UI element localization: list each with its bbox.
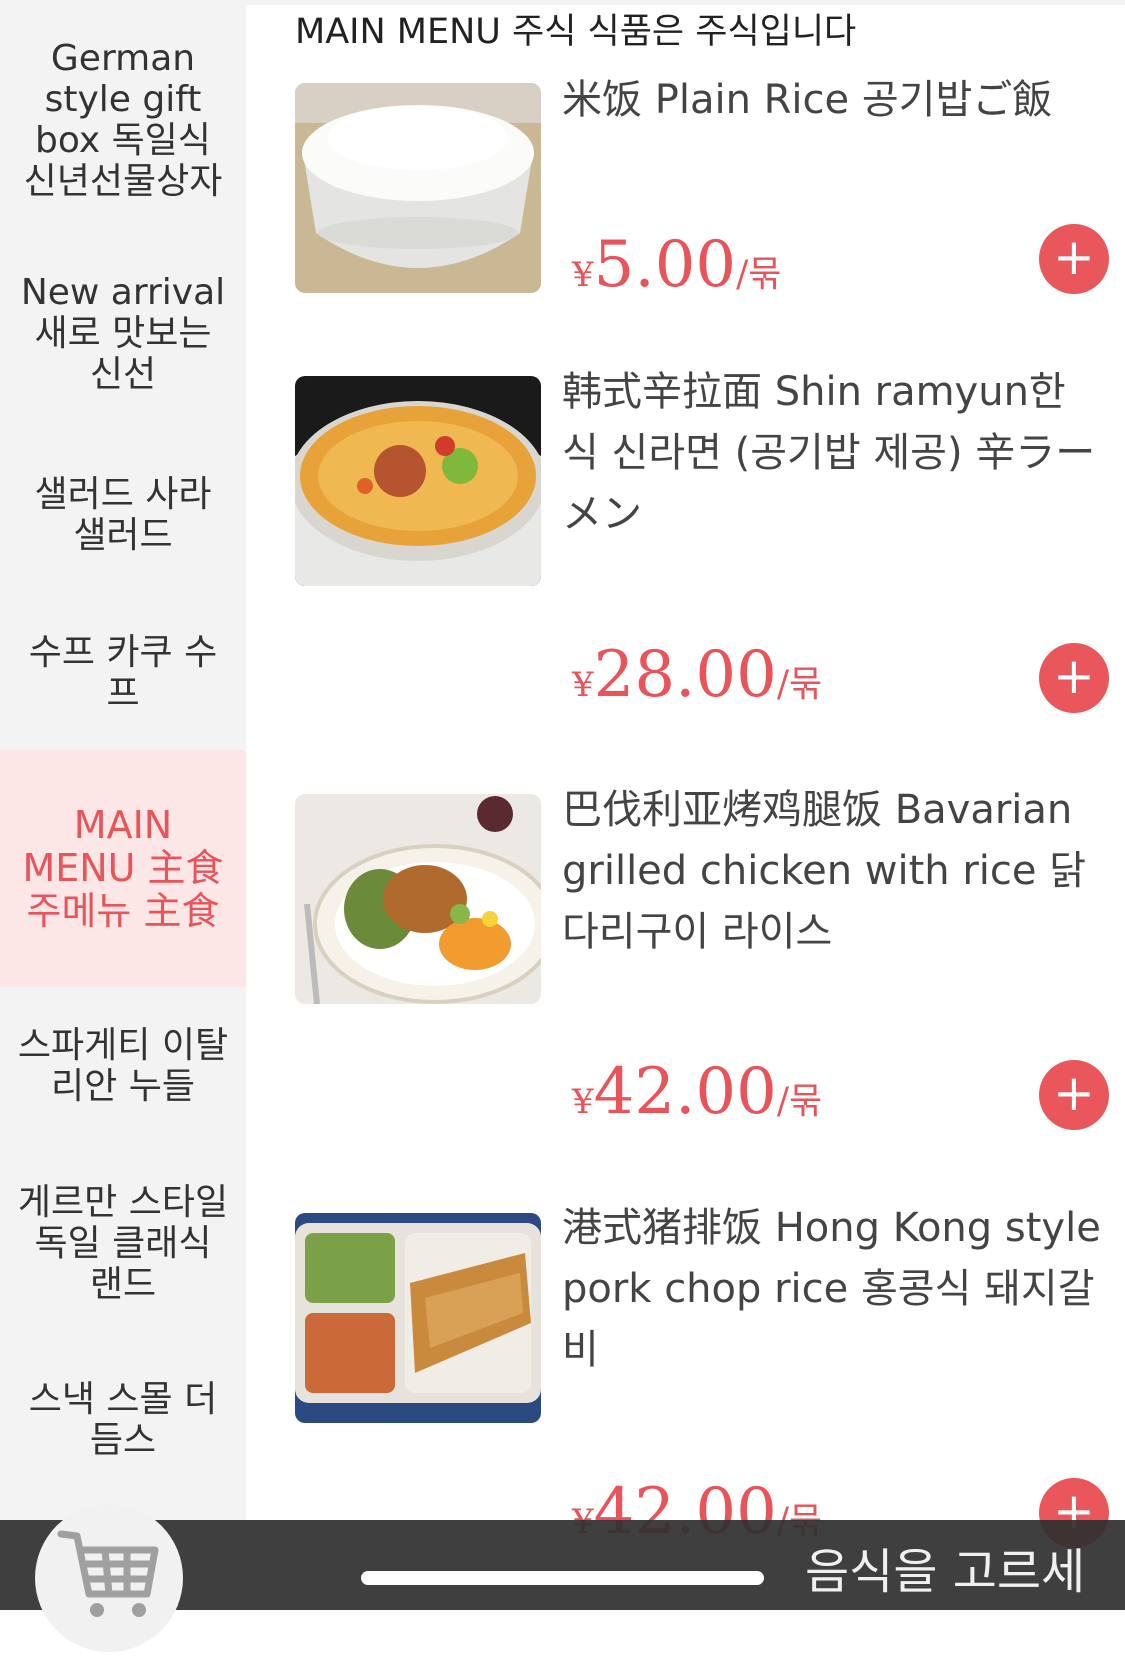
add-to-cart-button[interactable]: + [1039,1060,1109,1130]
category-german-classic[interactable]: 게르만 스타일 독일 클래식 랜드 [0,1168,246,1318]
home-indicator [361,1571,764,1585]
ramyun-photo[interactable] [295,376,541,586]
price-unit: /묶 [776,1081,823,1122]
add-to-cart-button[interactable]: + [1039,643,1109,713]
price-currency: ¥ [572,1082,594,1122]
category-salad[interactable]: 샐러드 사라 샐러드 [0,462,246,567]
checkout-prompt[interactable]: 음식을 고르세 [805,1532,1085,1602]
category-sidebar: German style gift box 독일식 신년선물상자 New arr… [0,0,246,1610]
price-amount: 42.00 [593,1055,777,1129]
item-price: ¥28.00/묶 [572,638,822,712]
item-price: ¥42.00/묶 [572,1055,822,1129]
rice-photo[interactable] [295,83,541,293]
category-main-menu[interactable]: MAIN MENU 主食 주메뉴 主食 [0,750,246,987]
item-name[interactable]: 米饭 Plain Rice 공기밥ご飯 [562,70,1102,131]
pork-chop-photo[interactable] [295,1213,541,1423]
menu-list: MAIN MENU 주식 식품은 주식입니다 米饭 Plain Rice 공기밥… [246,0,1125,1610]
price-currency: ¥ [572,665,594,705]
chicken-rice-photo[interactable] [295,794,541,1004]
cart-icon [57,1530,159,1617]
category-snack[interactable]: 스낵 스몰 더듬스 [0,1365,246,1475]
item-name[interactable]: 韩式辛拉面 Shin ramyun한식 신라면 (공기밥 제공) 辛ラーメン [562,362,1102,545]
item-price: ¥5.00/묶 [572,228,781,302]
add-to-cart-button[interactable]: + [1039,224,1109,294]
price-amount: 28.00 [593,638,777,712]
category-soup[interactable]: 수프 카쿠 수프 [0,620,246,725]
cart-button[interactable] [35,1504,183,1652]
item-name[interactable]: 港式猪排饭 Hong Kong style pork chop rice 홍콩식… [562,1198,1102,1381]
item-name[interactable]: 巴伐利亚烤鸡腿饭 Bavarian grilled chicken with r… [562,780,1102,963]
category-new-arrival[interactable]: New arrival 새로 맛보는 신선 [0,268,246,398]
category-spaghetti[interactable]: 스파게티 이탈리안 누들 [0,1011,246,1121]
price-unit: /묶 [776,664,823,705]
category-german-gift-box[interactable]: German style gift box 독일식 신년선물상자 [0,30,246,210]
price-unit: /묶 [736,254,782,295]
section-title: MAIN MENU 주식 식품은 주식입니다 [295,12,857,52]
price-currency: ¥ [572,255,594,295]
price-amount: 5.00 [593,228,737,302]
